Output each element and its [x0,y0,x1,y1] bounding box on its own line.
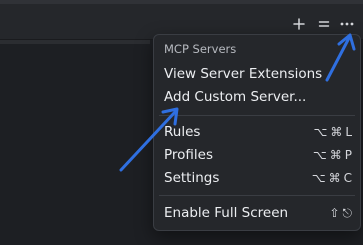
new-tab-icon [318,21,330,27]
dropdown-menu: MCP Servers View Server Extensions Add C… [153,34,361,231]
menu-section-header: MCP Servers [164,42,237,56]
option-key-icon: ⌥ [312,148,327,162]
option-key-icon: ⌥ [311,171,326,185]
more-options-button[interactable] [338,15,356,33]
menu-divider [159,195,355,196]
shortcut-full-screen: ⇧ ⎋ [329,203,352,223]
more-icon [340,22,354,26]
command-key-icon: ⌘ [329,148,342,162]
shortcut-key: C [343,171,352,185]
shortcut-rules: ⌥ ⌘ L [313,122,352,142]
shortcut-profiles: ⌥ ⌘ P [313,145,352,165]
menu-item-rules[interactable]: Rules ⌥ ⌘ L [164,122,352,142]
menu-item-settings[interactable]: Settings ⌥ ⌘ C [164,168,352,188]
shortcut-settings: ⌥ ⌘ C [312,168,352,188]
menu-item-label: Enable Full Screen [164,205,289,221]
command-key-icon: ⌘ [328,171,341,185]
menu-divider [159,115,355,116]
menu-item-view-server-extensions[interactable]: View Server Extensions [164,64,352,84]
menu-item-add-custom-server[interactable]: Add Custom Server... [164,87,352,107]
menu-item-profiles[interactable]: Profiles ⌥ ⌘ P [164,145,352,165]
command-key-icon: ⌘ [330,125,343,139]
option-key-icon: ⌥ [313,125,328,139]
menu-item-label: View Server Extensions [164,66,323,82]
panel-edge [0,40,150,44]
plus-icon [293,18,305,30]
escape-key-icon: ⎋ [342,206,353,220]
menu-item-label: Rules [164,124,201,140]
menu-item-label: Settings [164,170,220,186]
new-tab-button[interactable] [315,15,333,33]
menu-item-label: Add Custom Server... [164,89,307,105]
plus-button[interactable] [290,15,308,33]
shift-key-icon: ⇧ [329,206,340,220]
shortcut-key: P [344,148,352,162]
menu-item-enable-full-screen[interactable]: Enable Full Screen ⇧ ⎋ [164,203,352,223]
menu-item-label: Profiles [164,147,214,163]
shortcut-key: L [345,125,352,139]
